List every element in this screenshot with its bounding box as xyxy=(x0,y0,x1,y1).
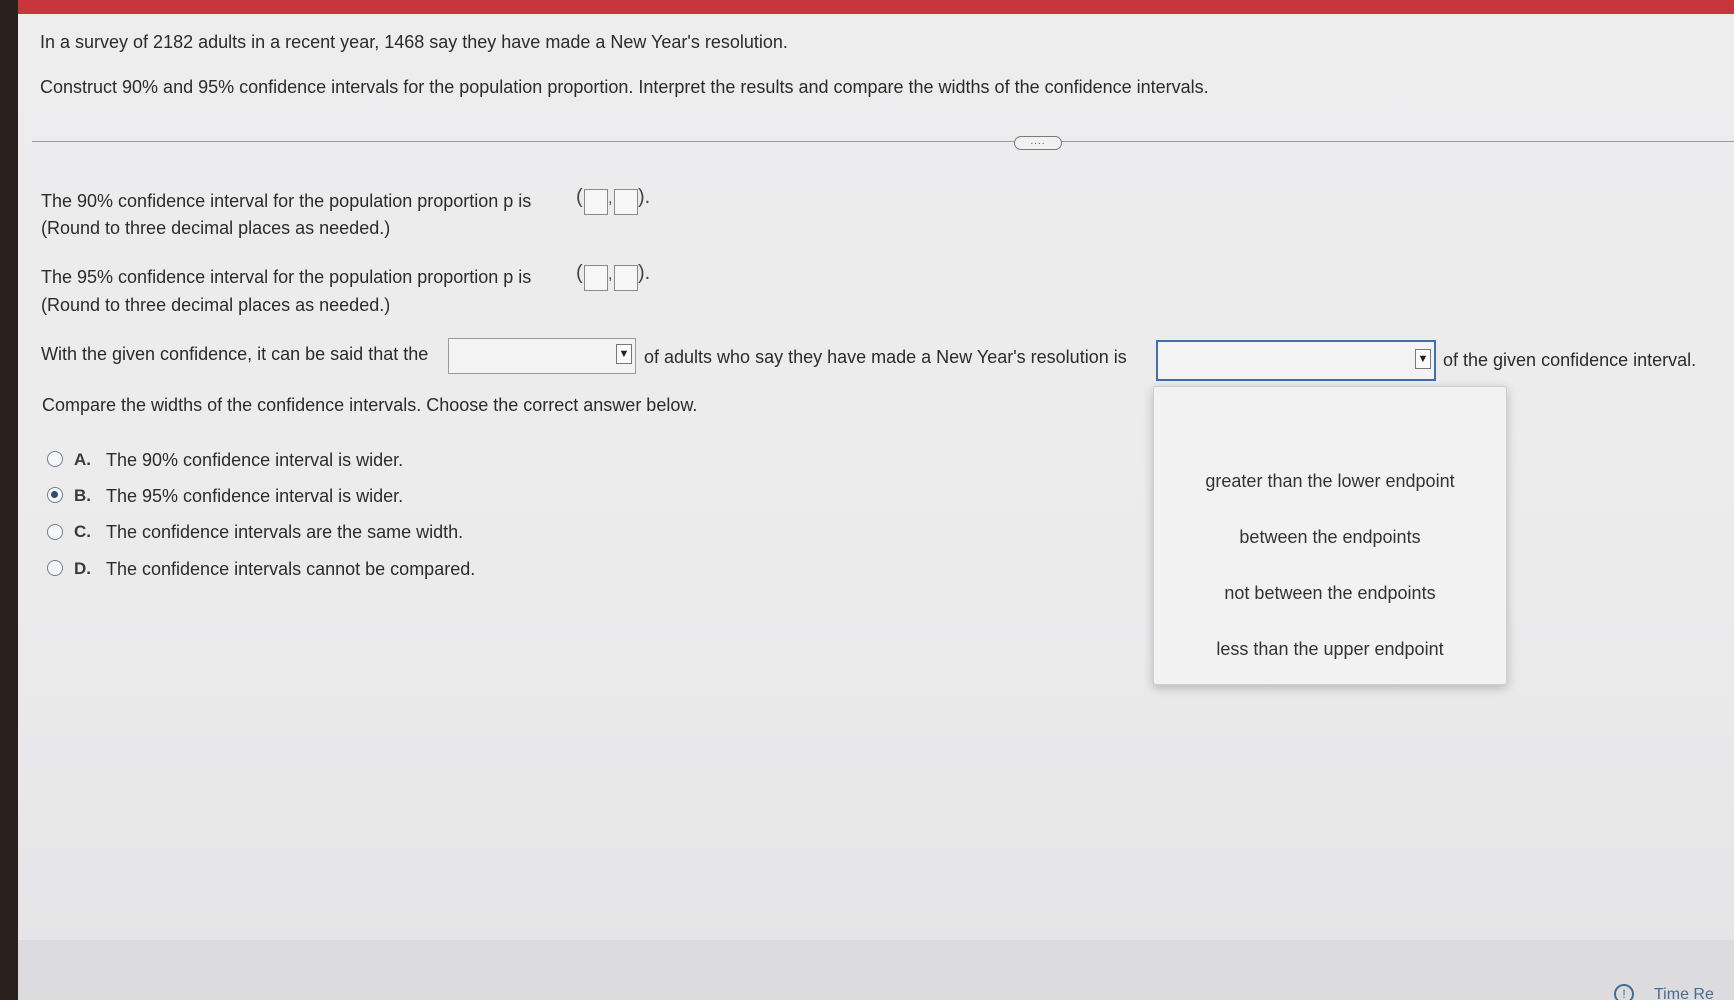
location-select[interactable]: ▼ xyxy=(1156,340,1436,381)
interpretation-text-middle: of adults who say they have made a New Y… xyxy=(644,347,1127,367)
question-screen: In a survey of 2182 adults in a recent y… xyxy=(18,0,1734,1000)
ci90-lower-input[interactable] xyxy=(584,189,608,215)
option-b-letter: B. xyxy=(74,486,91,505)
dropdown-option-less-than-upper[interactable]: less than the upper endpoint xyxy=(1154,639,1506,660)
interpretation-text-after: of the given confidence interval. xyxy=(1443,350,1697,370)
ci90-note: (Round to three decimal places as needed… xyxy=(41,218,391,238)
option-d-text: The confidence intervals cannot be compa… xyxy=(106,559,476,579)
time-remaining-label: Time Re xyxy=(1654,986,1714,1000)
ci95-upper-input[interactable] xyxy=(614,265,638,291)
ci95-lower-input[interactable] xyxy=(584,265,608,291)
dropdown-arrow-icon: ▼ xyxy=(1415,349,1431,369)
option-a-text: The 90% confidence interval is wider. xyxy=(106,450,404,470)
ci95-prompt: The 95% confidence interval for the popu… xyxy=(41,267,532,287)
more-button[interactable]: .... xyxy=(1014,136,1062,150)
dropdown-arrow-icon: ▼ xyxy=(616,344,632,364)
ci90-prompt: The 90% confidence interval for the popu… xyxy=(41,191,532,211)
option-c-text: The confidence intervals are the same wi… xyxy=(106,522,464,542)
parameter-select[interactable]: ▼ xyxy=(448,338,636,374)
ci95-interval: ( , ). xyxy=(576,262,656,292)
interpretation-text-before: With the given confidence, it can be sai… xyxy=(41,344,429,364)
question-instructions: Construct 90% and 95% confidence interva… xyxy=(40,77,1209,97)
option-c-letter: C. xyxy=(74,522,91,541)
question-text: In a survey of 2182 adults in a recent y… xyxy=(40,32,788,52)
ci90-interval: ( , ). xyxy=(576,186,656,216)
dropdown-option-between[interactable]: between the endpoints xyxy=(1154,527,1506,548)
location-dropdown-menu: greater than the lower endpoint between … xyxy=(1153,386,1507,685)
option-c-radio[interactable] xyxy=(47,524,63,540)
bottom-bar xyxy=(18,940,1734,1000)
divider xyxy=(32,141,1734,142)
option-a-radio[interactable] xyxy=(47,451,63,467)
option-a-letter: A. xyxy=(74,450,91,469)
option-d-radio[interactable] xyxy=(47,560,63,576)
option-b-text: The 95% confidence interval is wider. xyxy=(106,486,404,506)
compare-prompt: Compare the widths of the confidence int… xyxy=(42,395,698,415)
dropdown-option-greater-than-lower[interactable]: greater than the lower endpoint xyxy=(1154,471,1506,492)
ci90-upper-input[interactable] xyxy=(614,189,638,215)
top-bar xyxy=(18,0,1734,14)
option-b-radio[interactable] xyxy=(47,487,63,503)
ci95-note: (Round to three decimal places as needed… xyxy=(41,295,391,315)
dropdown-option-not-between[interactable]: not between the endpoints xyxy=(1154,583,1506,604)
option-d-letter: D. xyxy=(74,559,91,578)
clock-icon: ! xyxy=(1614,984,1634,1000)
